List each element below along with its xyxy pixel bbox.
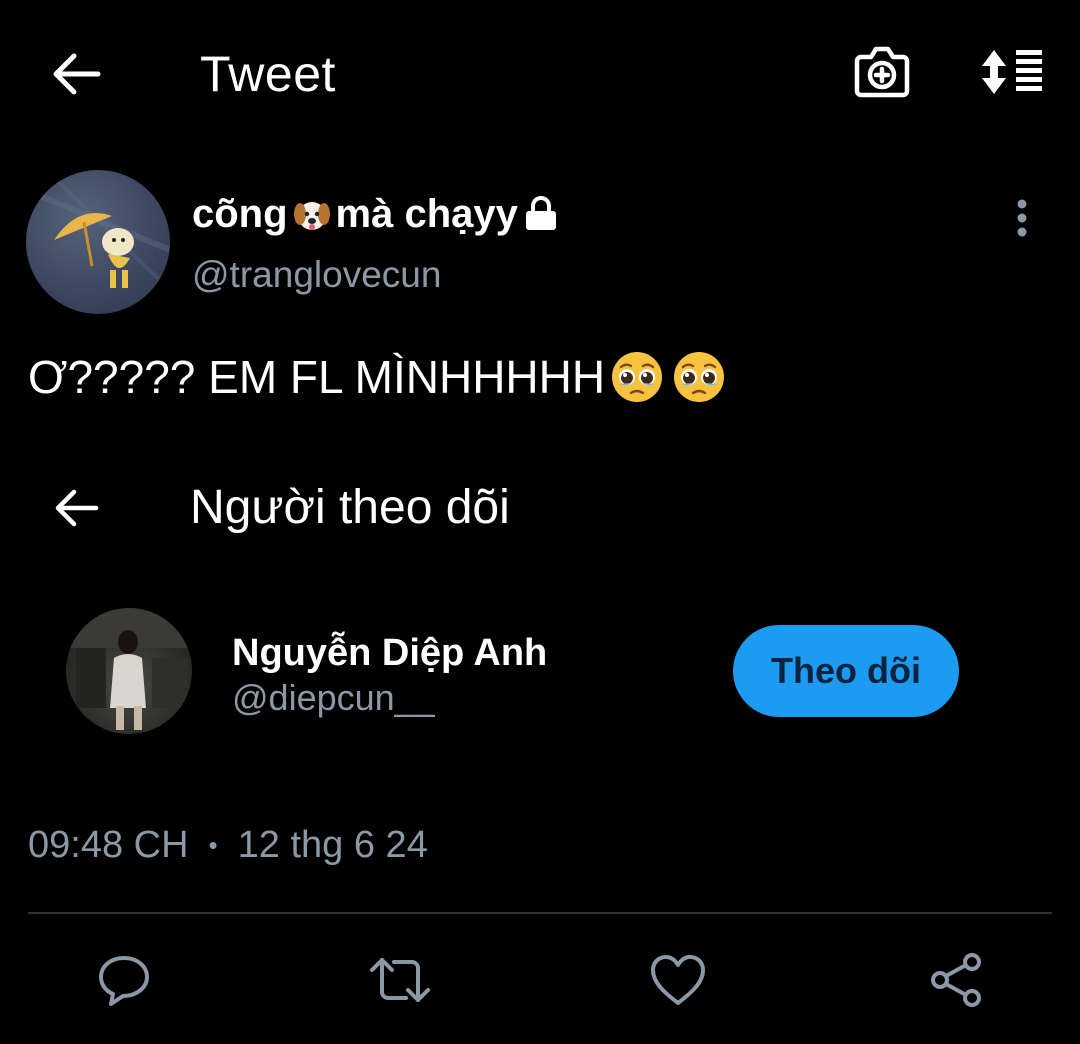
like-button[interactable]: [644, 946, 712, 1014]
avatar-image: [66, 608, 192, 730]
tweet-timestamp: 09:48 CH • 12 thg 6 24: [28, 822, 428, 868]
embedded-title: Người theo dõi: [190, 481, 510, 534]
more-vertical-icon: [1017, 199, 1027, 237]
arrow-left-icon: [53, 53, 101, 95]
tweet-body: Ơ????? EM FL MÌNHHHHH: [28, 351, 606, 403]
author-name-suffix: mà chạyy: [335, 192, 518, 236]
author-handle[interactable]: @tranglovecun: [192, 252, 441, 298]
share-icon: [931, 953, 981, 1007]
sort-icon: [982, 50, 1042, 94]
tweet-date: 12 thg 6 24: [237, 824, 428, 866]
like-icon: [651, 955, 705, 1005]
page-title: Tweet: [200, 46, 336, 102]
author-name: cõng mà chạyy: [192, 190, 560, 238]
embedded-back-button: [44, 480, 108, 536]
tweet-time: 09:48 CH: [28, 824, 189, 866]
retweet-icon: [370, 958, 430, 1002]
meta-separator: •: [208, 830, 218, 860]
back-button[interactable]: [44, 44, 108, 104]
pleading-face-emoji: [674, 352, 725, 402]
follower-name: Nguyễn Diệp Anh: [232, 632, 548, 674]
author-name-text: cõng: [192, 192, 288, 236]
more-options-button[interactable]: [1000, 192, 1044, 244]
retweet-button[interactable]: [366, 946, 434, 1014]
follow-button: Theo dõi: [733, 625, 959, 717]
divider: [28, 912, 1052, 914]
dog-face-emoji: [293, 202, 330, 230]
share-button[interactable]: [922, 946, 990, 1014]
author-avatar[interactable]: [26, 170, 170, 314]
follower-handle: @diepcun__: [232, 677, 435, 718]
arrow-left-icon: [55, 489, 99, 527]
camera-plus-icon: [854, 46, 910, 98]
tweet-text: Ơ????? EM FL MÌNHHHHH: [28, 348, 727, 406]
pleading-face-emoji: [612, 352, 663, 402]
avatar-image: [26, 170, 170, 292]
lock-icon: [525, 196, 556, 230]
reply-icon: [99, 956, 149, 1006]
camera-button[interactable]: [848, 40, 916, 104]
sort-button[interactable]: [972, 40, 1052, 104]
follower-avatar: [66, 608, 192, 734]
reply-button[interactable]: [90, 946, 158, 1014]
